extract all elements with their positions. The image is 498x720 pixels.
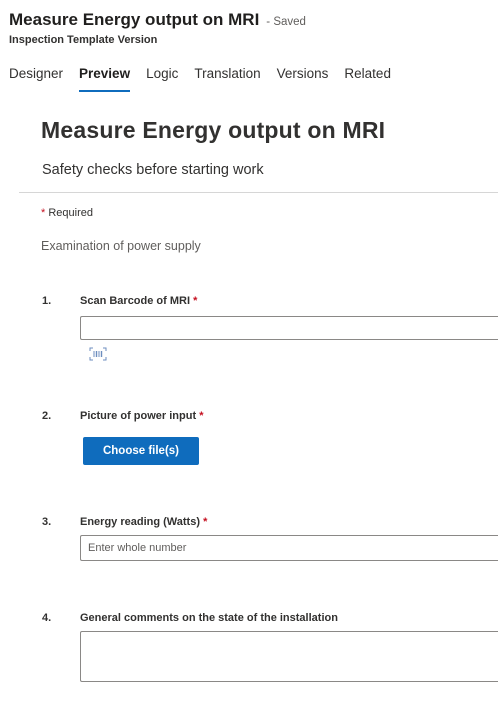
entity-type-label: Inspection Template Version	[9, 34, 158, 46]
comments-textarea[interactable]	[81, 632, 498, 681]
question-2-text: Picture of power input	[80, 410, 197, 422]
required-note: * Required	[41, 207, 93, 219]
barcode-scan-button[interactable]	[86, 344, 110, 364]
tab-designer[interactable]: Designer	[9, 66, 63, 92]
comments-box	[80, 631, 498, 682]
energy-reading-input[interactable]	[81, 536, 498, 560]
tab-translation[interactable]: Translation	[194, 66, 260, 92]
question-2-label: Picture of power input *	[80, 410, 203, 422]
tab-logic[interactable]: Logic	[146, 66, 178, 92]
question-2-required-asterisk: *	[199, 410, 204, 422]
section-title: Examination of power supply	[41, 239, 201, 253]
question-3-label: Energy reading (Watts) *	[80, 516, 207, 528]
barcode-input[interactable]	[81, 317, 498, 339]
tab-preview[interactable]: Preview	[79, 66, 131, 92]
energy-reading-box	[80, 535, 498, 561]
barcode-input-box	[80, 316, 498, 340]
question-1-required-asterisk: *	[193, 295, 198, 307]
question-1-label: Scan Barcode of MRI *	[80, 295, 197, 307]
question-3-text: Energy reading (Watts)	[80, 516, 200, 528]
question-3-required-asterisk: *	[203, 516, 208, 528]
saved-status: - Saved	[266, 16, 306, 28]
required-text: Required	[48, 207, 93, 219]
barcode-scan-icon	[89, 347, 107, 361]
question-4-label: General comments on the state of the ins…	[80, 612, 338, 624]
form-subtitle: Safety checks before starting work	[42, 162, 264, 178]
choose-files-button[interactable]: Choose file(s)	[83, 437, 199, 465]
tab-versions[interactable]: Versions	[277, 66, 329, 92]
header-divider	[19, 192, 498, 193]
tab-bar: Designer Preview Logic Translation Versi…	[0, 66, 407, 92]
question-3-number: 3.	[42, 516, 52, 528]
question-2-number: 2.	[42, 410, 52, 422]
question-1-number: 1.	[42, 295, 52, 307]
form-title: Measure Energy output on MRI	[41, 117, 386, 143]
record-title: Measure Energy output on MRI	[9, 10, 260, 29]
question-1-text: Scan Barcode of MRI	[80, 295, 191, 307]
record-header: Measure Energy output on MRI - Saved	[9, 10, 306, 30]
question-4-number: 4.	[42, 612, 52, 624]
tab-related[interactable]: Related	[344, 66, 391, 92]
required-asterisk: *	[41, 207, 46, 219]
